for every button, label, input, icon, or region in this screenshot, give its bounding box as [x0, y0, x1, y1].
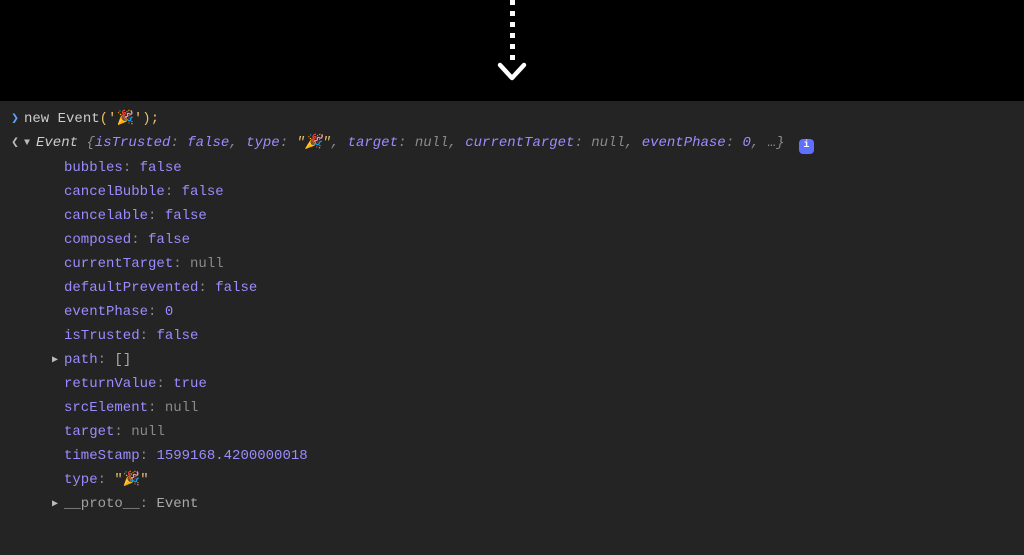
- property-value: 1599168.4200000018: [156, 448, 307, 464]
- property-value: null: [190, 256, 224, 272]
- property-value: Event: [156, 496, 198, 512]
- property-key: target: [64, 424, 114, 440]
- property-row[interactable]: eventPhase: 0: [52, 301, 1024, 325]
- property-row[interactable]: ▶__proto__: Event: [52, 493, 1024, 517]
- expand-toggle-icon[interactable]: ▶: [52, 350, 64, 372]
- property-row[interactable]: timeStamp: 1599168.4200000018: [52, 445, 1024, 469]
- property-row[interactable]: defaultPrevented: false: [52, 277, 1024, 301]
- property-row[interactable]: isTrusted: false: [52, 325, 1024, 349]
- property-value: true: [173, 376, 207, 392]
- property-row[interactable]: ▶path: []: [52, 349, 1024, 373]
- property-row[interactable]: cancelable: false: [52, 205, 1024, 229]
- property-key: timeStamp: [64, 448, 140, 464]
- property-value: false: [140, 160, 182, 176]
- property-value: []: [114, 352, 131, 368]
- property-value: "🎉": [114, 472, 148, 488]
- property-key: type: [64, 472, 98, 488]
- property-value: false: [215, 280, 257, 296]
- property-row[interactable]: cancelBubble: false: [52, 181, 1024, 205]
- prompt-out-icon: ❮: [6, 132, 24, 154]
- property-value: false: [165, 208, 207, 224]
- summary-pairs: isTrusted: false, type: "🎉", target: nul…: [95, 135, 751, 151]
- property-row[interactable]: type: "🎉": [52, 469, 1024, 493]
- property-value: false: [156, 328, 198, 344]
- property-row[interactable]: composed: false: [52, 229, 1024, 253]
- property-key: returnValue: [64, 376, 156, 392]
- property-key: eventPhase: [64, 304, 148, 320]
- property-row[interactable]: target: null: [52, 421, 1024, 445]
- console-input-row[interactable]: ❯ new Event('🎉');: [0, 107, 1024, 131]
- object-properties: bubbles: false cancelBubble: false cance…: [0, 157, 1024, 517]
- expand-toggle-icon[interactable]: ▶: [52, 494, 64, 516]
- property-key: cancelBubble: [64, 184, 165, 200]
- property-row[interactable]: bubbles: false: [52, 157, 1024, 181]
- arrow-area: [0, 0, 1024, 101]
- property-key: __proto__: [64, 496, 140, 512]
- console-input: new Event('🎉');: [24, 108, 1018, 130]
- property-key: bubbles: [64, 160, 123, 176]
- property-key: composed: [64, 232, 131, 248]
- console-output-row[interactable]: ❮ ▼Event {isTrusted: false, type: "🎉", t…: [0, 131, 1024, 157]
- object-class: Event: [36, 135, 78, 151]
- property-value: null: [131, 424, 165, 440]
- property-value: null: [165, 400, 199, 416]
- property-key: srcElement: [64, 400, 148, 416]
- info-badge-icon[interactable]: i: [799, 139, 814, 154]
- arrow-dots: [510, 0, 515, 60]
- arrowhead-icon: [497, 62, 527, 84]
- property-key: currentTarget: [64, 256, 173, 272]
- object-summary: ▼Event {isTrusted: false, type: "🎉", tar…: [24, 132, 1018, 156]
- arrow: [497, 0, 527, 84]
- property-key: cancelable: [64, 208, 148, 224]
- property-row[interactable]: currentTarget: null: [52, 253, 1024, 277]
- property-key: defaultPrevented: [64, 280, 198, 296]
- property-row[interactable]: srcElement: null: [52, 397, 1024, 421]
- property-row[interactable]: returnValue: true: [52, 373, 1024, 397]
- property-value: false: [182, 184, 224, 200]
- console-panel: ❯ new Event('🎉'); ❮ ▼Event {isTrusted: f…: [0, 101, 1024, 555]
- expand-toggle-icon[interactable]: ▼: [24, 133, 36, 155]
- property-value: 0: [165, 304, 173, 320]
- property-key: isTrusted: [64, 328, 140, 344]
- prompt-in-icon: ❯: [6, 108, 24, 130]
- property-key: path: [64, 352, 98, 368]
- property-value: false: [148, 232, 190, 248]
